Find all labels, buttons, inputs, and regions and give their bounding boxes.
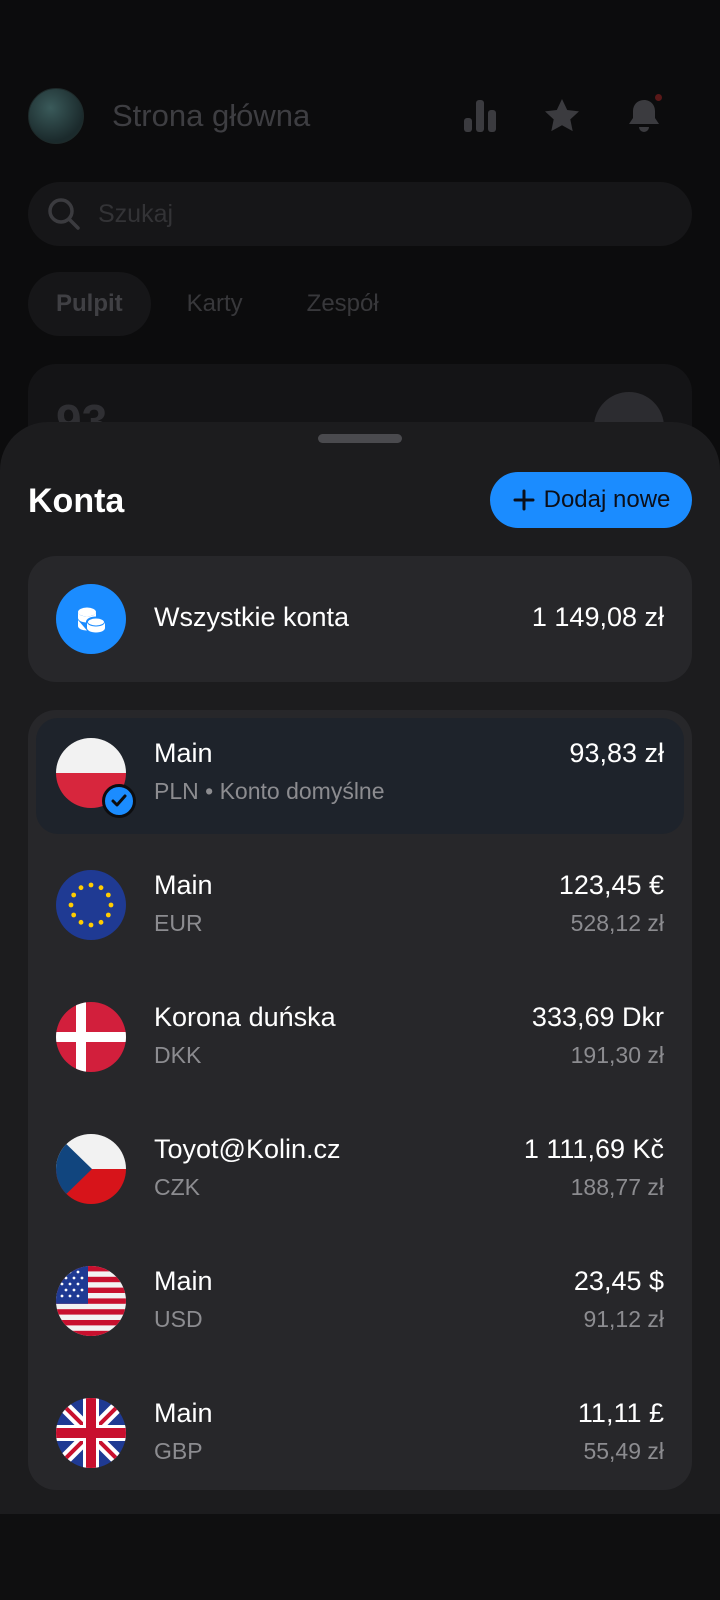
account-amount: 333,69 Dkr bbox=[531, 1002, 664, 1032]
cz-flag-icon bbox=[56, 1134, 126, 1204]
analytics-icon[interactable] bbox=[460, 96, 500, 136]
account-amount: 93,83 zł bbox=[569, 738, 664, 768]
account-row-eur[interactable]: Main EUR 123,45 € 528,12 zł bbox=[28, 842, 692, 966]
account-name: Toyot@Kolin.cz bbox=[154, 1134, 341, 1164]
account-name: Main bbox=[154, 870, 213, 900]
add-account-label: Dodaj nowe bbox=[543, 486, 671, 513]
account-name: Main bbox=[154, 1398, 213, 1428]
sheet-title: Konta bbox=[28, 482, 125, 520]
selected-highlight bbox=[36, 718, 684, 834]
search-placeholder: Szukaj bbox=[98, 200, 174, 228]
us-flag-icon bbox=[56, 1266, 126, 1336]
account-amount: 1 111,69 Kč bbox=[523, 1134, 664, 1164]
gb-flag-icon bbox=[56, 1398, 126, 1468]
all-accounts-row[interactable]: Wszystkie konta 1 149,08 zł bbox=[28, 556, 692, 682]
dk-flag-icon bbox=[56, 1002, 126, 1072]
page-title: Strona główna bbox=[112, 98, 311, 133]
account-converted-amount: 191,30 zł bbox=[570, 1042, 664, 1068]
sheet-grabber[interactable] bbox=[318, 434, 402, 443]
account-subtitle: PLN • Konto domyślne bbox=[154, 778, 385, 804]
account-name: Korona duńska bbox=[154, 1002, 336, 1032]
check-icon bbox=[102, 784, 136, 818]
accounts-list: Main PLN • Konto domyślne 93,83 zł Main … bbox=[28, 710, 692, 1490]
account-subtitle: GBP bbox=[154, 1438, 203, 1464]
account-row-pln[interactable]: Main PLN • Konto domyślne 93,83 zł bbox=[28, 710, 692, 834]
account-subtitle: EUR bbox=[154, 910, 203, 936]
top-app-bar: Strona główna bbox=[0, 80, 720, 160]
account-converted-amount: 55,49 zł bbox=[583, 1438, 664, 1464]
account-amount: 23,45 $ bbox=[573, 1266, 664, 1296]
search-input[interactable]: Szukaj bbox=[28, 182, 692, 246]
account-amount: 123,45 € bbox=[558, 870, 664, 900]
accounts-sheet: Konta Dodaj nowe Wszystkie konta 1 149,0… bbox=[0, 422, 720, 1514]
account-subtitle: USD bbox=[154, 1306, 203, 1332]
tab-karty[interactable]: Karty bbox=[159, 272, 271, 336]
tab-pulpit[interactable]: Pulpit bbox=[28, 272, 151, 336]
account-amount: 11,11 £ bbox=[577, 1398, 664, 1428]
all-accounts-amount: 1 149,08 zł bbox=[531, 602, 664, 632]
avatar[interactable] bbox=[28, 88, 84, 144]
plus-icon bbox=[513, 489, 535, 511]
account-subtitle: CZK bbox=[154, 1174, 200, 1200]
eu-flag-icon bbox=[56, 870, 126, 940]
account-converted-amount: 188,77 zł bbox=[570, 1174, 664, 1200]
bell-icon[interactable] bbox=[624, 94, 664, 136]
star-icon[interactable] bbox=[542, 96, 582, 136]
account-converted-amount: 528,12 zł bbox=[570, 910, 664, 936]
account-row-gbp[interactable]: Main GBP 11,11 £ 55,49 zł bbox=[28, 1370, 692, 1490]
search-icon bbox=[46, 196, 82, 232]
account-subtitle: DKK bbox=[154, 1042, 202, 1068]
bottom-area bbox=[0, 1514, 720, 1600]
coins-icon bbox=[56, 584, 126, 654]
account-row-usd[interactable]: Main USD 23,45 $ 91,12 zł bbox=[28, 1238, 692, 1362]
account-name: Main bbox=[154, 738, 213, 768]
tab-zespol[interactable]: Zespół bbox=[279, 272, 407, 336]
account-row-dkk[interactable]: Korona duńska DKK 333,69 Dkr 191,30 zł bbox=[28, 974, 692, 1098]
tab-bar: Pulpit Karty Zespół bbox=[28, 272, 407, 336]
all-accounts-label: Wszystkie konta bbox=[154, 602, 350, 632]
add-account-button[interactable]: Dodaj nowe bbox=[490, 472, 692, 528]
account-name: Main bbox=[154, 1266, 213, 1296]
notification-dot bbox=[655, 94, 662, 101]
account-row-czk[interactable]: Toyot@Kolin.cz CZK 1 111,69 Kč 188,77 zł bbox=[28, 1106, 692, 1230]
account-converted-amount: 91,12 zł bbox=[583, 1306, 664, 1332]
